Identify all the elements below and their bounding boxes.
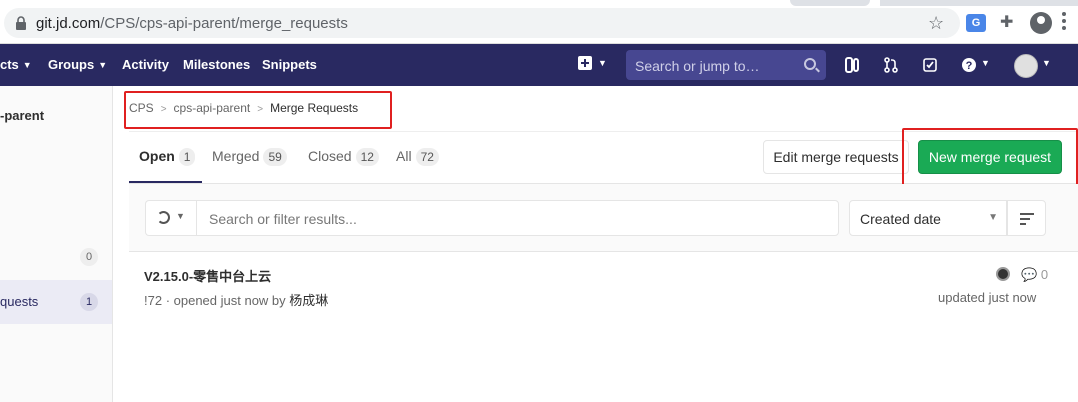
mr-comments[interactable]: 💬 0 (1021, 267, 1048, 283)
url-text[interactable]: git.jd.com/CPS/cps-api-parent/merge_requ… (36, 15, 348, 32)
tab-open[interactable]: Open 1 (139, 148, 196, 166)
sidebar-mr-count: 1 (80, 293, 98, 311)
highlight-box-new-button (902, 128, 1078, 188)
filter-search-placeholder: Search or filter results... (209, 211, 357, 227)
sort-dropdown[interactable]: Created date ▼ (849, 200, 1007, 236)
bookmark-star-icon[interactable]: ☆ (928, 13, 944, 33)
user-avatar[interactable] (1014, 54, 1038, 78)
help-icon[interactable]: ? (961, 57, 977, 73)
nav-snippets[interactable]: Snippets (262, 57, 317, 72)
extensions-puzzle-icon[interactable]: ✚ (1000, 14, 1018, 32)
mr-opened-text: · opened just now by (162, 293, 290, 308)
nav-projects[interactable]: cts ▼ (0, 57, 32, 72)
tab-count-badge: 1 (178, 148, 196, 166)
assignee-avatar[interactable] (996, 267, 1010, 281)
nav-groups-label: Groups (48, 57, 95, 72)
chevron-down-icon[interactable]: ▼ (1042, 58, 1051, 68)
browser-toolbar: git.jd.com/CPS/cps-api-parent/merge_requ… (0, 0, 1078, 44)
mr-title-link[interactable]: V2.15.0-零售中台上云 (144, 266, 271, 285)
url-path: /CPS/cps-api-parent/merge_requests (100, 15, 348, 32)
tab-count-badge: 12 (355, 148, 379, 166)
tab-count-badge: 72 (415, 148, 439, 166)
todo-icon[interactable] (922, 57, 938, 73)
sidebar-project-name[interactable]: -parent (0, 108, 44, 123)
mr-ref: !72 (144, 293, 163, 308)
top-navbar: cts ▼ Groups ▼ Activity Milestones Snippet… (0, 44, 1078, 86)
nav-milestones[interactable]: Milestones (183, 57, 250, 72)
filter-search-input[interactable]: Search or filter results... (196, 200, 839, 236)
chevron-down-icon: ▼ (22, 60, 32, 70)
tab-label: Closed (308, 148, 352, 164)
comment-icon: 💬 (1021, 267, 1038, 282)
tab-merged[interactable]: Merged 59 (212, 148, 287, 166)
nav-search-placeholder: Search or jump to… (635, 58, 760, 74)
browser-profile-icon[interactable] (1030, 12, 1052, 34)
mr-meta: !72 · opened just now by 杨成琳 (144, 290, 328, 309)
project-sidebar: -parent 0 quests 1 (0, 86, 113, 402)
address-bar[interactable]: git.jd.com/CPS/cps-api-parent/merge_requ… (4, 8, 960, 38)
sort-direction-button[interactable] (1007, 200, 1046, 236)
sidebar-item-label: quests (0, 294, 39, 309)
nav-activity[interactable]: Activity (122, 57, 169, 72)
chevron-down-icon: ▼ (988, 212, 998, 223)
highlight-box-breadcrumb (124, 91, 392, 129)
search-icon (804, 58, 816, 70)
chevron-down-icon[interactable]: ▼ (598, 58, 607, 68)
filter-bar: ▼ Search or filter results... Created da… (129, 184, 1078, 252)
merge-request-icon[interactable] (883, 57, 899, 73)
browser-tab[interactable] (790, 0, 870, 6)
history-icon (157, 211, 170, 224)
tab-closed[interactable]: Closed 12 (308, 148, 379, 166)
sort-label: Created date (860, 211, 941, 227)
new-plus-icon[interactable] (578, 56, 592, 70)
chevron-down-icon[interactable]: ▼ (981, 58, 990, 68)
recent-searches-button[interactable]: ▼ (145, 200, 196, 236)
browser-menu-icon[interactable] (1062, 12, 1066, 32)
tab-all[interactable]: All 72 (396, 148, 439, 166)
edit-merge-requests-button[interactable]: Edit merge requests (763, 140, 909, 174)
browser-tab[interactable] (880, 0, 1078, 6)
tab-label: Merged (212, 148, 260, 164)
nav-search-input[interactable]: Search or jump to… (626, 50, 826, 80)
tab-label: All (396, 148, 412, 164)
nav-projects-label: cts (0, 57, 19, 72)
tab-label: Open (139, 148, 175, 164)
chevron-down-icon: ▼ (176, 211, 185, 221)
issues-icon[interactable] (844, 57, 860, 73)
mr-author-link[interactable]: 杨成琳 (289, 293, 328, 308)
url-host: git.jd.com (36, 15, 101, 32)
sort-lines-icon (1020, 213, 1034, 225)
lock-icon[interactable] (16, 16, 26, 30)
sidebar-item-merge-requests[interactable]: quests 1 (0, 280, 112, 324)
sidebar-issues-count: 0 (80, 248, 98, 266)
translate-extension-icon[interactable]: G (966, 14, 986, 32)
nav-groups[interactable]: Groups ▼ (48, 57, 107, 72)
tab-count-badge: 59 (263, 148, 287, 166)
chevron-down-icon: ▼ (98, 60, 108, 70)
svg-text:?: ? (966, 60, 973, 72)
mr-comment-count: 0 (1040, 267, 1049, 282)
mr-updated: updated just now (938, 290, 1037, 305)
